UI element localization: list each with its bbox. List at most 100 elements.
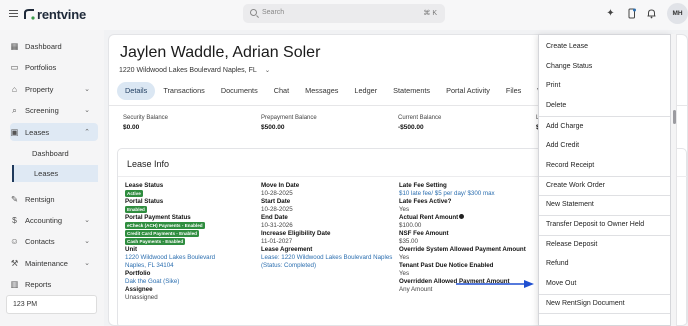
actions-dropdown-menu: Create Lease Change Status Print Delete … (538, 34, 671, 326)
menu-item-new-statement[interactable]: New Statement (539, 195, 670, 215)
lease-agreement-link[interactable]: Lease: 1220 Wildwood Lakes Boulevard Nap… (261, 254, 392, 262)
tab-statements[interactable]: Statements (385, 82, 438, 100)
mobile-icon[interactable] (626, 8, 637, 19)
tab-chat[interactable]: Chat (266, 82, 297, 100)
prepayment-balance-value: $500.00 (261, 124, 285, 131)
menu-item-move-out[interactable]: Move Out (539, 274, 670, 294)
unit-city-link[interactable]: Naples, FL 34104 (125, 262, 174, 270)
portal-payment-status-label: Portal Payment Status (125, 214, 191, 221)
override-payment-label: Override System Allowed Payment Amount (399, 246, 526, 253)
wrench-icon: ⚒ (10, 257, 19, 268)
tab-messages[interactable]: Messages (297, 82, 346, 100)
menu-item-delete[interactable]: Delete (539, 96, 670, 116)
search-placeholder: Search (262, 9, 285, 16)
tab-documents[interactable]: Documents (213, 82, 266, 100)
hamburger-menu-icon[interactable] (9, 10, 18, 17)
rentvine-logo-icon (24, 9, 35, 20)
screening-icon: ⌕ (12, 104, 17, 115)
assignee-label: Assignee (125, 286, 153, 293)
portfolio-link[interactable]: Dak the Goat (Sike) (125, 278, 179, 286)
clock-display: 123 PM (6, 295, 97, 314)
folder-icon: ▭ (10, 61, 19, 72)
menu-item-add-charge[interactable]: Add Charge (539, 117, 670, 137)
tab-portal-activity[interactable]: Portal Activity (438, 82, 498, 100)
tab-bar: Details Transactions Documents Chat Mess… (117, 82, 572, 100)
menu-item-refund[interactable]: Refund (539, 254, 670, 274)
sidebar-item-maintenance[interactable]: ⚒ Maintenance ⌄ (10, 254, 98, 272)
contacts-icon: ☺ (10, 235, 19, 246)
sidebar-item-property[interactable]: ⌂ Property ⌄ (10, 80, 98, 98)
late-fees-active-value: Yes (399, 206, 410, 213)
sidebar-item-contacts[interactable]: ☺ Contacts ⌄ (10, 232, 98, 250)
chevron-down-icon: ⌄ (84, 238, 90, 245)
menu-scrollbar-thumb[interactable] (673, 110, 676, 124)
sidebar-item-dashboard[interactable]: ▦ Dashboard (10, 37, 98, 55)
end-date-label: End Date (261, 214, 288, 221)
late-fee-setting-link[interactable]: $10 late fee/ $5 per day/ $300 max (399, 190, 495, 198)
sidebar: ▦ Dashboard ▭ Portfolios ⌂ Property ⌄ ⌕ … (0, 30, 104, 326)
current-balance-value: -$500.00 (398, 124, 424, 131)
address-text: 1220 Wildwood Lakes Boulevard Naples, FL (119, 67, 257, 74)
sidebar-item-label: Contacts (25, 236, 55, 246)
nsf-fee-value: $35.00 (399, 238, 418, 245)
menu-scrollbar[interactable] (671, 34, 677, 326)
menu-item-create-work-order[interactable]: Create Work Order (539, 176, 670, 196)
chevron-down-icon: ⌄ (84, 260, 90, 267)
actual-rent-label: Actual Rent Amount (399, 214, 465, 222)
chevron-up-icon: ⌃ (84, 129, 90, 136)
menu-divider (539, 313, 670, 314)
sidebar-item-reports[interactable]: ▥ Reports (10, 275, 98, 293)
menu-item-print[interactable]: Print (539, 76, 670, 96)
menu-item-new-rentsign-document[interactable]: New RentSign Document (539, 294, 670, 314)
lease-agreement-label: Lease Agreement (261, 246, 313, 253)
actual-rent-value: $100.00 (399, 222, 422, 229)
menu-item-create-lease[interactable]: Create Lease (539, 37, 670, 57)
search-icon (250, 9, 257, 16)
cash-payment-badge: Cash Payments - Enabled (125, 238, 186, 245)
unit-address-link[interactable]: 1220 Wildwood Lakes Boulevard (125, 254, 215, 262)
increase-eligibility-label: Increase Eligibility Date (261, 230, 331, 237)
dashboard-icon: ▦ (10, 40, 19, 51)
sidebar-item-label: Maintenance (25, 258, 68, 268)
security-balance-label: Security Balance (123, 115, 169, 121)
portal-status-label: Portal Status (125, 198, 164, 205)
late-fee-setting-label: Late Fee Setting (399, 182, 447, 189)
menu-item-transfer-deposit[interactable]: Transfer Deposit to Owner Held (539, 215, 670, 235)
house-icon: ⌂ (11, 83, 18, 94)
rentvine-logo[interactable]: rentvine (24, 7, 86, 22)
sidebar-item-label: Property (25, 84, 54, 94)
tab-files[interactable]: Files (498, 82, 529, 100)
menu-item-add-credit[interactable]: Add Credit (539, 136, 670, 156)
sidebar-item-rentsign[interactable]: ✎ Rentsign (10, 190, 98, 208)
chevron-down-icon: ⌄ (264, 67, 271, 74)
security-balance-value: $0.00 (123, 124, 140, 131)
nsf-fee-label: NSF Fee Amount (399, 230, 449, 237)
sidebar-subitem-leases[interactable]: Leases (12, 165, 98, 182)
info-icon[interactable] (459, 214, 465, 219)
chevron-down-icon: ⌄ (84, 217, 90, 224)
sidebar-item-portfolios[interactable]: ▭ Portfolios (10, 58, 98, 76)
sidebar-subitem-dashboard[interactable]: Dashboard (12, 145, 98, 162)
start-date-label: Start Date (261, 198, 291, 205)
sidebar-item-label: Portfolios (25, 62, 57, 72)
menu-item-release-deposit[interactable]: Release Deposit (539, 235, 670, 255)
menu-item-record-receipt[interactable]: Record Receipt (539, 156, 670, 176)
address-selector[interactable]: 1220 Wildwood Lakes Boulevard Naples, FL… (119, 66, 270, 74)
portal-status-badge: Enabled (125, 206, 147, 213)
prepayment-balance-label: Prepayment Balance (261, 115, 317, 121)
menu-item-change-status[interactable]: Change Status (539, 57, 670, 77)
sidebar-item-screening[interactable]: ⌕ Screening ⌄ (10, 101, 98, 119)
search-input[interactable]: Search ⌘ K (243, 4, 445, 23)
status-badge: Active (125, 190, 143, 197)
sidebar-item-accounting[interactable]: $ Accounting ⌄ (10, 211, 98, 229)
lease-agreement-status[interactable]: (Status: Completed) (261, 262, 316, 270)
avatar[interactable]: MH (667, 3, 688, 24)
tab-details[interactable]: Details (117, 82, 156, 100)
end-date-value: 10-31-2026 (261, 222, 293, 229)
sidebar-item-leases[interactable]: ▣ Leases ⌃ (10, 123, 98, 141)
bell-icon[interactable] (646, 8, 657, 19)
tab-ledger[interactable]: Ledger (346, 82, 385, 100)
page-title: Jaylen Waddle, Adrian Soler (120, 44, 321, 61)
tab-transactions[interactable]: Transactions (155, 82, 213, 100)
sparkle-icon[interactable]: ✦ (605, 8, 616, 19)
